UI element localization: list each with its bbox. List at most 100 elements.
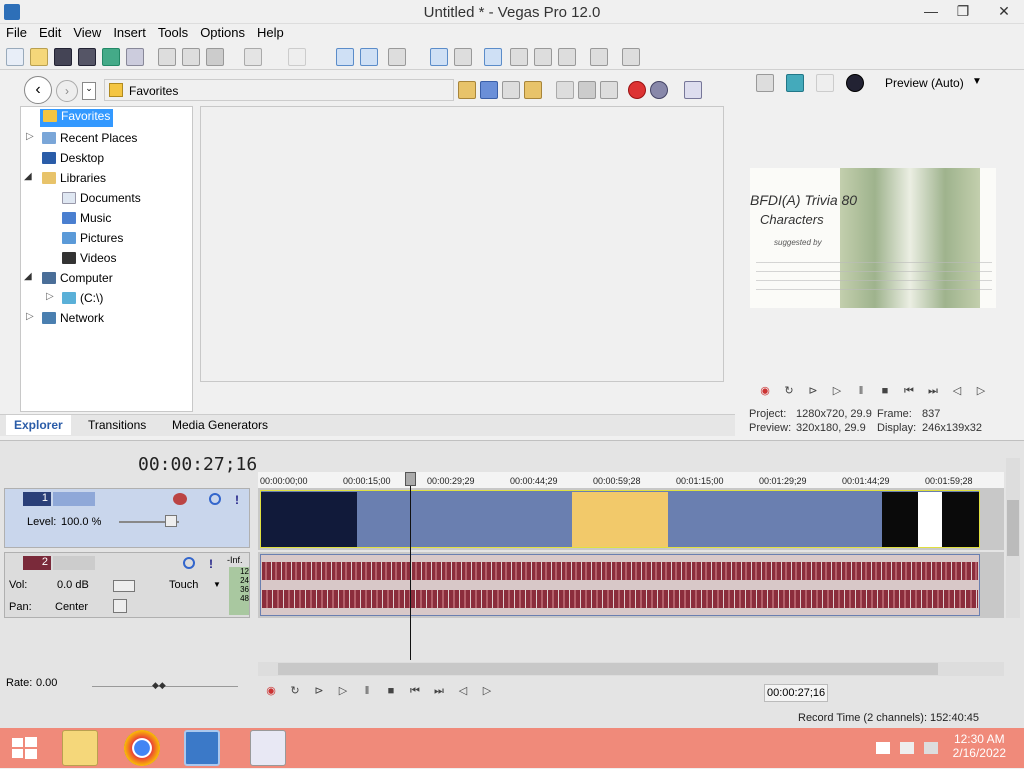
maximize-button[interactable]: ❐ xyxy=(948,0,978,22)
delete-icon[interactable] xyxy=(502,81,520,99)
close-button[interactable]: ✕ xyxy=(984,0,1024,22)
up-folder-icon[interactable] xyxy=(458,81,476,99)
cursor-position-field[interactable]: 00:00:27;16 xyxy=(764,684,828,702)
preview-quality[interactable]: Preview (Auto) xyxy=(885,76,964,90)
envelope-tool-icon[interactable] xyxy=(360,48,378,66)
snap-icon[interactable] xyxy=(388,48,406,66)
play-icon[interactable] xyxy=(556,81,574,99)
zoom-icon[interactable] xyxy=(558,48,576,66)
normal-edit-tool-icon[interactable] xyxy=(336,48,354,66)
mute-icon[interactable] xyxy=(209,493,221,505)
stop-icon[interactable] xyxy=(578,81,596,99)
paint-icon[interactable] xyxy=(250,730,286,766)
stop-icon[interactable]: ■ xyxy=(878,384,892,398)
tab-media-generators[interactable]: Media Generators xyxy=(172,415,268,435)
auto-ripple-icon[interactable] xyxy=(454,48,472,66)
action-center-icon[interactable] xyxy=(876,742,890,754)
new-folder-icon[interactable] xyxy=(524,81,542,99)
forward-icon[interactable]: › xyxy=(56,80,78,102)
pause-icon[interactable]: ‖ xyxy=(360,684,374,698)
back-icon[interactable]: ‹ xyxy=(24,76,52,104)
external-monitor-icon[interactable] xyxy=(786,74,804,92)
split-screen-icon[interactable] xyxy=(816,74,834,92)
tab-explorer[interactable]: Explorer xyxy=(6,415,71,435)
refresh-icon[interactable] xyxy=(480,81,498,99)
prev-frame-icon[interactable]: ◁ xyxy=(950,384,964,398)
menu-file[interactable]: File xyxy=(0,24,33,41)
tree-music[interactable]: Music xyxy=(62,211,111,229)
timeline-horizontal-scrollbar[interactable] xyxy=(258,662,1004,676)
volume-slider[interactable] xyxy=(113,580,135,592)
prev-frame-icon[interactable]: ◁ xyxy=(456,684,470,698)
tree-libraries[interactable]: Libraries xyxy=(42,171,106,189)
play-icon[interactable]: ▷ xyxy=(336,684,350,698)
tree-favorites[interactable]: Favorites xyxy=(40,109,114,127)
vegas-pro-icon[interactable] xyxy=(184,730,220,766)
track-fx-icon[interactable] xyxy=(173,493,187,505)
menu-view[interactable]: View xyxy=(67,24,107,41)
views-icon[interactable] xyxy=(684,81,702,99)
scrollbar-thumb[interactable] xyxy=(1007,500,1019,556)
paste-icon[interactable] xyxy=(206,48,224,66)
render-icon[interactable] xyxy=(102,48,120,66)
undo-icon[interactable] xyxy=(244,48,262,66)
save-icon[interactable] xyxy=(54,48,72,66)
go-to-end-icon[interactable]: ⏭ xyxy=(432,684,446,698)
save-as-icon[interactable] xyxy=(78,48,96,66)
tree-computer[interactable]: Computer xyxy=(42,271,113,289)
whats-this-icon[interactable] xyxy=(622,48,640,66)
windows-start-icon[interactable] xyxy=(6,730,42,766)
tree-recent-places[interactable]: Recent Places xyxy=(42,131,137,149)
playhead-handle[interactable] xyxy=(405,472,416,486)
playhead-cursor[interactable] xyxy=(410,472,411,660)
minimize-button[interactable]: — xyxy=(916,0,946,22)
ignore-grouping-icon[interactable] xyxy=(510,48,528,66)
go-to-end-icon[interactable]: ⏭ xyxy=(926,384,940,398)
tree-desktop[interactable]: Desktop xyxy=(42,151,104,169)
slider-thumb[interactable] xyxy=(165,515,177,527)
go-to-start-icon[interactable]: ⏮ xyxy=(902,384,916,398)
properties-icon[interactable] xyxy=(126,48,144,66)
play-from-start-icon[interactable]: ⊳ xyxy=(806,384,820,398)
record-icon[interactable]: ◉ xyxy=(758,384,772,398)
overlays-icon[interactable] xyxy=(846,74,864,92)
tree-videos[interactable]: Videos xyxy=(62,251,116,269)
cut-icon[interactable] xyxy=(158,48,176,66)
menu-insert[interactable]: Insert xyxy=(107,24,152,41)
tree-pictures[interactable]: Pictures xyxy=(62,231,123,249)
video-properties-icon[interactable] xyxy=(756,74,774,92)
mute-icon[interactable] xyxy=(183,557,195,569)
search-icon[interactable] xyxy=(650,81,668,99)
solo-icon[interactable]: ! xyxy=(235,493,239,507)
system-clock[interactable]: 12:30 AM 2/16/2022 xyxy=(953,732,1006,760)
lock-envelopes-icon[interactable] xyxy=(484,48,502,66)
auto-crossfade-icon[interactable] xyxy=(430,48,448,66)
automation-mode[interactable]: Touch xyxy=(169,579,198,591)
audio-track-header[interactable]: 2 Vol: 0.0 dB Touch ▼ Pan: Center -Inf. … xyxy=(4,552,250,618)
track-name-field[interactable] xyxy=(53,556,95,570)
video-track-header[interactable]: 1 Level: 100.0 % ! xyxy=(4,488,250,548)
loop-icon[interactable]: ↻ xyxy=(288,684,302,698)
tab-transitions[interactable]: Transitions xyxy=(88,415,146,435)
history-dropdown-icon[interactable]: ⌄ xyxy=(82,82,96,100)
tree-documents[interactable]: Documents xyxy=(62,191,141,209)
tree-drive-c[interactable]: (C:\) xyxy=(62,291,103,309)
scrollbar-thumb[interactable] xyxy=(278,663,938,675)
redo-icon[interactable] xyxy=(288,48,306,66)
selection-icon[interactable] xyxy=(534,48,552,66)
file-explorer-icon[interactable] xyxy=(62,730,98,766)
next-frame-icon[interactable]: ▷ xyxy=(974,384,988,398)
expand-icon[interactable]: ▷ xyxy=(46,291,54,302)
collapse-icon[interactable]: ◢ xyxy=(24,171,32,182)
menu-help[interactable]: Help xyxy=(251,24,290,41)
timeline-vertical-scrollbar[interactable] xyxy=(1006,458,1020,618)
pan-slider[interactable] xyxy=(113,599,127,613)
expand-icon[interactable]: ▷ xyxy=(26,131,34,142)
play-from-start-icon[interactable]: ⊳ xyxy=(312,684,326,698)
play-icon[interactable]: ▷ xyxy=(830,384,844,398)
chevron-down-icon[interactable]: ▼ xyxy=(213,580,221,589)
chrome-icon[interactable] xyxy=(124,730,160,766)
address-bar[interactable]: Favorites xyxy=(104,79,454,101)
collapse-icon[interactable]: ◢ xyxy=(24,271,32,282)
copy-icon[interactable] xyxy=(182,48,200,66)
